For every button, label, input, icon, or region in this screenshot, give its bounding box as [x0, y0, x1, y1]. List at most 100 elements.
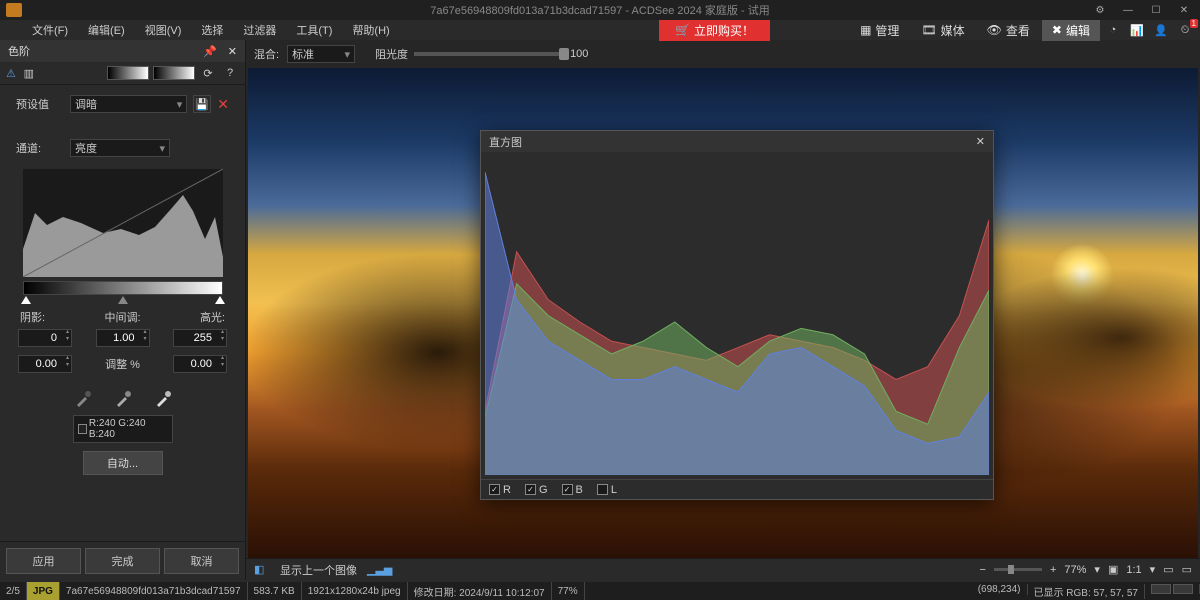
- check-r[interactable]: ✓R: [489, 484, 511, 496]
- histogram-title: 直方图: [489, 134, 522, 150]
- statusbar: 2/5 JPG 7a67e56948809fd013a71b3dcad71597…: [0, 582, 1200, 600]
- delete-preset-button[interactable]: ✕: [217, 96, 229, 113]
- adjust-label: 调整 %: [105, 356, 140, 372]
- pin-icon[interactable]: 📌: [203, 46, 217, 58]
- cancel-button[interactable]: 取消: [164, 548, 239, 574]
- highlight-handle[interactable]: [215, 296, 225, 304]
- highlights-pct-input[interactable]: 0.00: [173, 355, 227, 373]
- mini-histogram: [23, 169, 223, 277]
- help-icon[interactable]: ?: [221, 66, 239, 80]
- menu-filter[interactable]: 过滤器: [235, 20, 284, 40]
- input-gradient[interactable]: [107, 66, 149, 80]
- ratio-label[interactable]: 1:1: [1126, 564, 1141, 576]
- auto-button[interactable]: 自动...: [83, 451, 163, 475]
- dashboard-icon[interactable]: ◔: [1102, 21, 1124, 39]
- gray-point-eyedropper[interactable]: [113, 389, 133, 409]
- fit-icon[interactable]: ▣: [1108, 563, 1118, 576]
- apply-button[interactable]: 应用: [6, 548, 81, 574]
- close-button[interactable]: ✕: [1172, 3, 1196, 17]
- black-point-eyedropper[interactable]: [73, 389, 93, 409]
- menu-file[interactable]: 文件(F): [24, 20, 76, 40]
- midtone-handle[interactable]: [118, 296, 128, 304]
- preset-dropdown[interactable]: 调暗: [70, 95, 187, 113]
- output-gradient[interactable]: [153, 66, 195, 80]
- opacity-label: 阻光度: [375, 46, 408, 62]
- tab-manage[interactable]: ▦管理: [850, 20, 909, 41]
- status-index: 2/5: [0, 582, 27, 600]
- stats-icon[interactable]: 📊: [1126, 21, 1148, 39]
- levels-slider[interactable]: [23, 281, 223, 295]
- prefs-icon[interactable]: ⚙: [1088, 3, 1112, 17]
- shadows-label: 阴影:: [20, 309, 45, 325]
- histogram-icon[interactable]: ▁▃▅: [367, 563, 383, 577]
- zoom-in-icon[interactable]: +: [1050, 564, 1056, 576]
- tool-b-icon[interactable]: ▭: [1182, 563, 1192, 576]
- zoom-out-icon[interactable]: −: [980, 564, 986, 576]
- window-controls: ⚙ — ☐ ✕: [1088, 3, 1200, 17]
- check-b[interactable]: ✓B: [562, 484, 583, 496]
- status-filename: 7a67e56948809fd013a71b3dcad71597: [60, 582, 248, 600]
- tab-view-label: 查看: [1006, 22, 1030, 39]
- check-l[interactable]: L: [597, 484, 617, 496]
- sliders-icon: ✖: [1052, 23, 1062, 37]
- panel-toolbar: ⚠ ▥ ⟳ ?: [0, 62, 245, 85]
- panel-close-icon[interactable]: ✕: [228, 46, 237, 58]
- warning-icon[interactable]: ⚠: [6, 67, 16, 80]
- shadow-handle[interactable]: [21, 296, 31, 304]
- prev-image-icon[interactable]: ◧: [254, 563, 270, 577]
- histogram-close-icon[interactable]: ✕: [976, 135, 985, 148]
- hist-toggle-icon[interactable]: ▥: [20, 66, 38, 80]
- zoom-value: 77%: [1064, 564, 1086, 576]
- done-button[interactable]: 完成: [85, 548, 160, 574]
- menu-view[interactable]: 视图(V): [137, 20, 190, 40]
- grid-icon: ▦: [860, 23, 871, 37]
- canvas-bottomstrip: ◧ 显示上一个图像 ▁▃▅ − + 77% ▾ ▣ 1:1 ▾ ▭ ▭: [246, 558, 1200, 580]
- histogram-channel-checks: ✓R ✓G ✓B L: [481, 479, 993, 499]
- blend-dropdown[interactable]: 标准: [287, 45, 355, 63]
- shadows-input[interactable]: 0: [18, 329, 72, 347]
- status-swatches: [1145, 584, 1200, 594]
- opacity-thumb[interactable]: [559, 48, 569, 60]
- user-icon[interactable]: 👤: [1150, 21, 1172, 39]
- shadows-pct-input[interactable]: 0.00: [18, 355, 72, 373]
- zoom-dropdown-icon[interactable]: ▾: [1094, 563, 1100, 576]
- midtones-input[interactable]: 1.00: [96, 329, 150, 347]
- channel-dropdown[interactable]: 亮度: [70, 139, 170, 157]
- midtones-label: 中间调:: [104, 309, 140, 325]
- ratio-dropdown-icon[interactable]: ▾: [1150, 563, 1156, 576]
- menu-help[interactable]: 帮助(H): [344, 20, 397, 40]
- menu-tools[interactable]: 工具(T): [288, 20, 340, 40]
- tab-edit[interactable]: ✖编辑: [1042, 20, 1100, 41]
- tool-a-icon[interactable]: ▭: [1163, 563, 1173, 576]
- white-point-eyedropper[interactable]: [153, 389, 173, 409]
- tab-media[interactable]: 🎞媒体: [911, 20, 974, 41]
- preset-label: 预设值: [16, 96, 64, 112]
- mode-tabs: ▦管理 🎞媒体 👁 查看 ✖编辑 ◔ 📊 👤 ⏲1: [850, 20, 1196, 41]
- reset-icon[interactable]: ⟳: [199, 66, 217, 80]
- check-g[interactable]: ✓G: [525, 484, 548, 496]
- histogram-titlebar[interactable]: 直方图 ✕: [481, 131, 993, 152]
- zoom-slider[interactable]: [994, 568, 1042, 571]
- menu-edit[interactable]: 编辑(E): [80, 20, 133, 40]
- menu-select[interactable]: 选择: [193, 20, 231, 40]
- highlights-input[interactable]: 255: [173, 329, 227, 347]
- eye-icon: 👁: [987, 23, 1002, 37]
- canvas-topstrip: 混合: 标准 阻光度 100: [246, 40, 1200, 68]
- panel-title-bar: 色阶 📌 ✕: [0, 40, 245, 62]
- panel-title-controls: 📌 ✕: [203, 45, 237, 58]
- histogram-chart: [481, 152, 993, 479]
- rgb-checkbox[interactable]: [78, 424, 87, 434]
- histogram-dialog: 直方图 ✕ ✓R ✓G ✓B L: [480, 130, 994, 500]
- notification-badge: 1: [1190, 19, 1198, 28]
- panel-footer: 应用 完成 取消: [0, 541, 245, 580]
- save-preset-button[interactable]: 💾: [193, 95, 211, 113]
- hint-text: 显示上一个图像: [280, 562, 357, 578]
- minimize-button[interactable]: —: [1116, 3, 1140, 17]
- rgb-readout-text: R:240 G:240 B:240: [89, 418, 168, 440]
- maximize-button[interactable]: ☐: [1144, 3, 1168, 17]
- opacity-slider[interactable]: [414, 52, 564, 56]
- notifications-icon[interactable]: ⏲1: [1174, 21, 1196, 39]
- zoom-thumb[interactable]: [1008, 565, 1014, 574]
- tab-view[interactable]: 👁 查看: [977, 20, 1040, 41]
- buy-now-button[interactable]: 🛒 立即购买！: [659, 20, 770, 41]
